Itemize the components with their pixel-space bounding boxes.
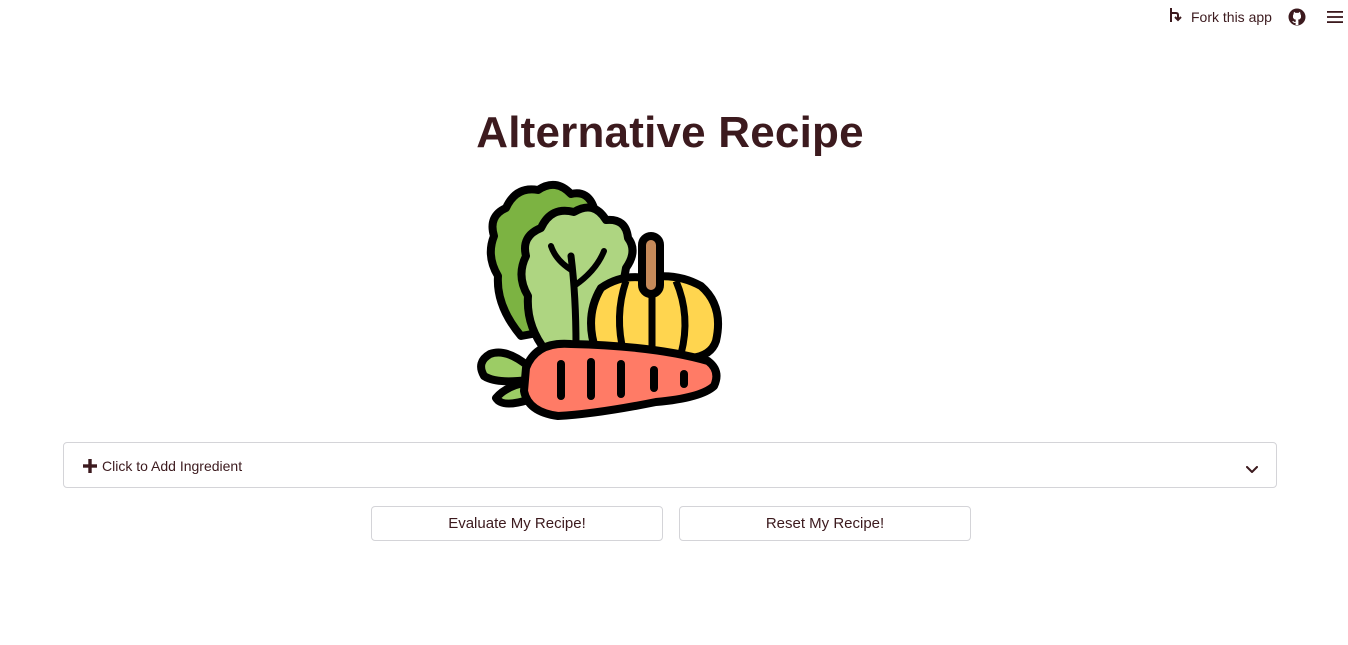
plus-icon [83,459,97,473]
hamburger-menu-icon[interactable] [1326,9,1344,25]
add-ingredient-expander[interactable]: Click to Add Ingredient [63,442,1277,488]
fork-app-label: Fork this app [1191,9,1272,25]
reset-recipe-button[interactable]: Reset My Recipe! [679,506,971,541]
github-icon[interactable] [1288,8,1306,26]
expander-label: Click to Add Ingredient [102,458,243,474]
top-toolbar: Fork this app [0,0,1348,36]
vegetables-illustration [476,176,726,426]
page-title: Alternative Recipe [476,108,864,157]
chevron-down-icon [1246,461,1258,473]
fork-app-link[interactable]: Fork this app [1167,6,1272,28]
evaluate-recipe-button[interactable]: Evaluate My Recipe! [371,506,663,541]
fork-icon [1167,6,1183,29]
